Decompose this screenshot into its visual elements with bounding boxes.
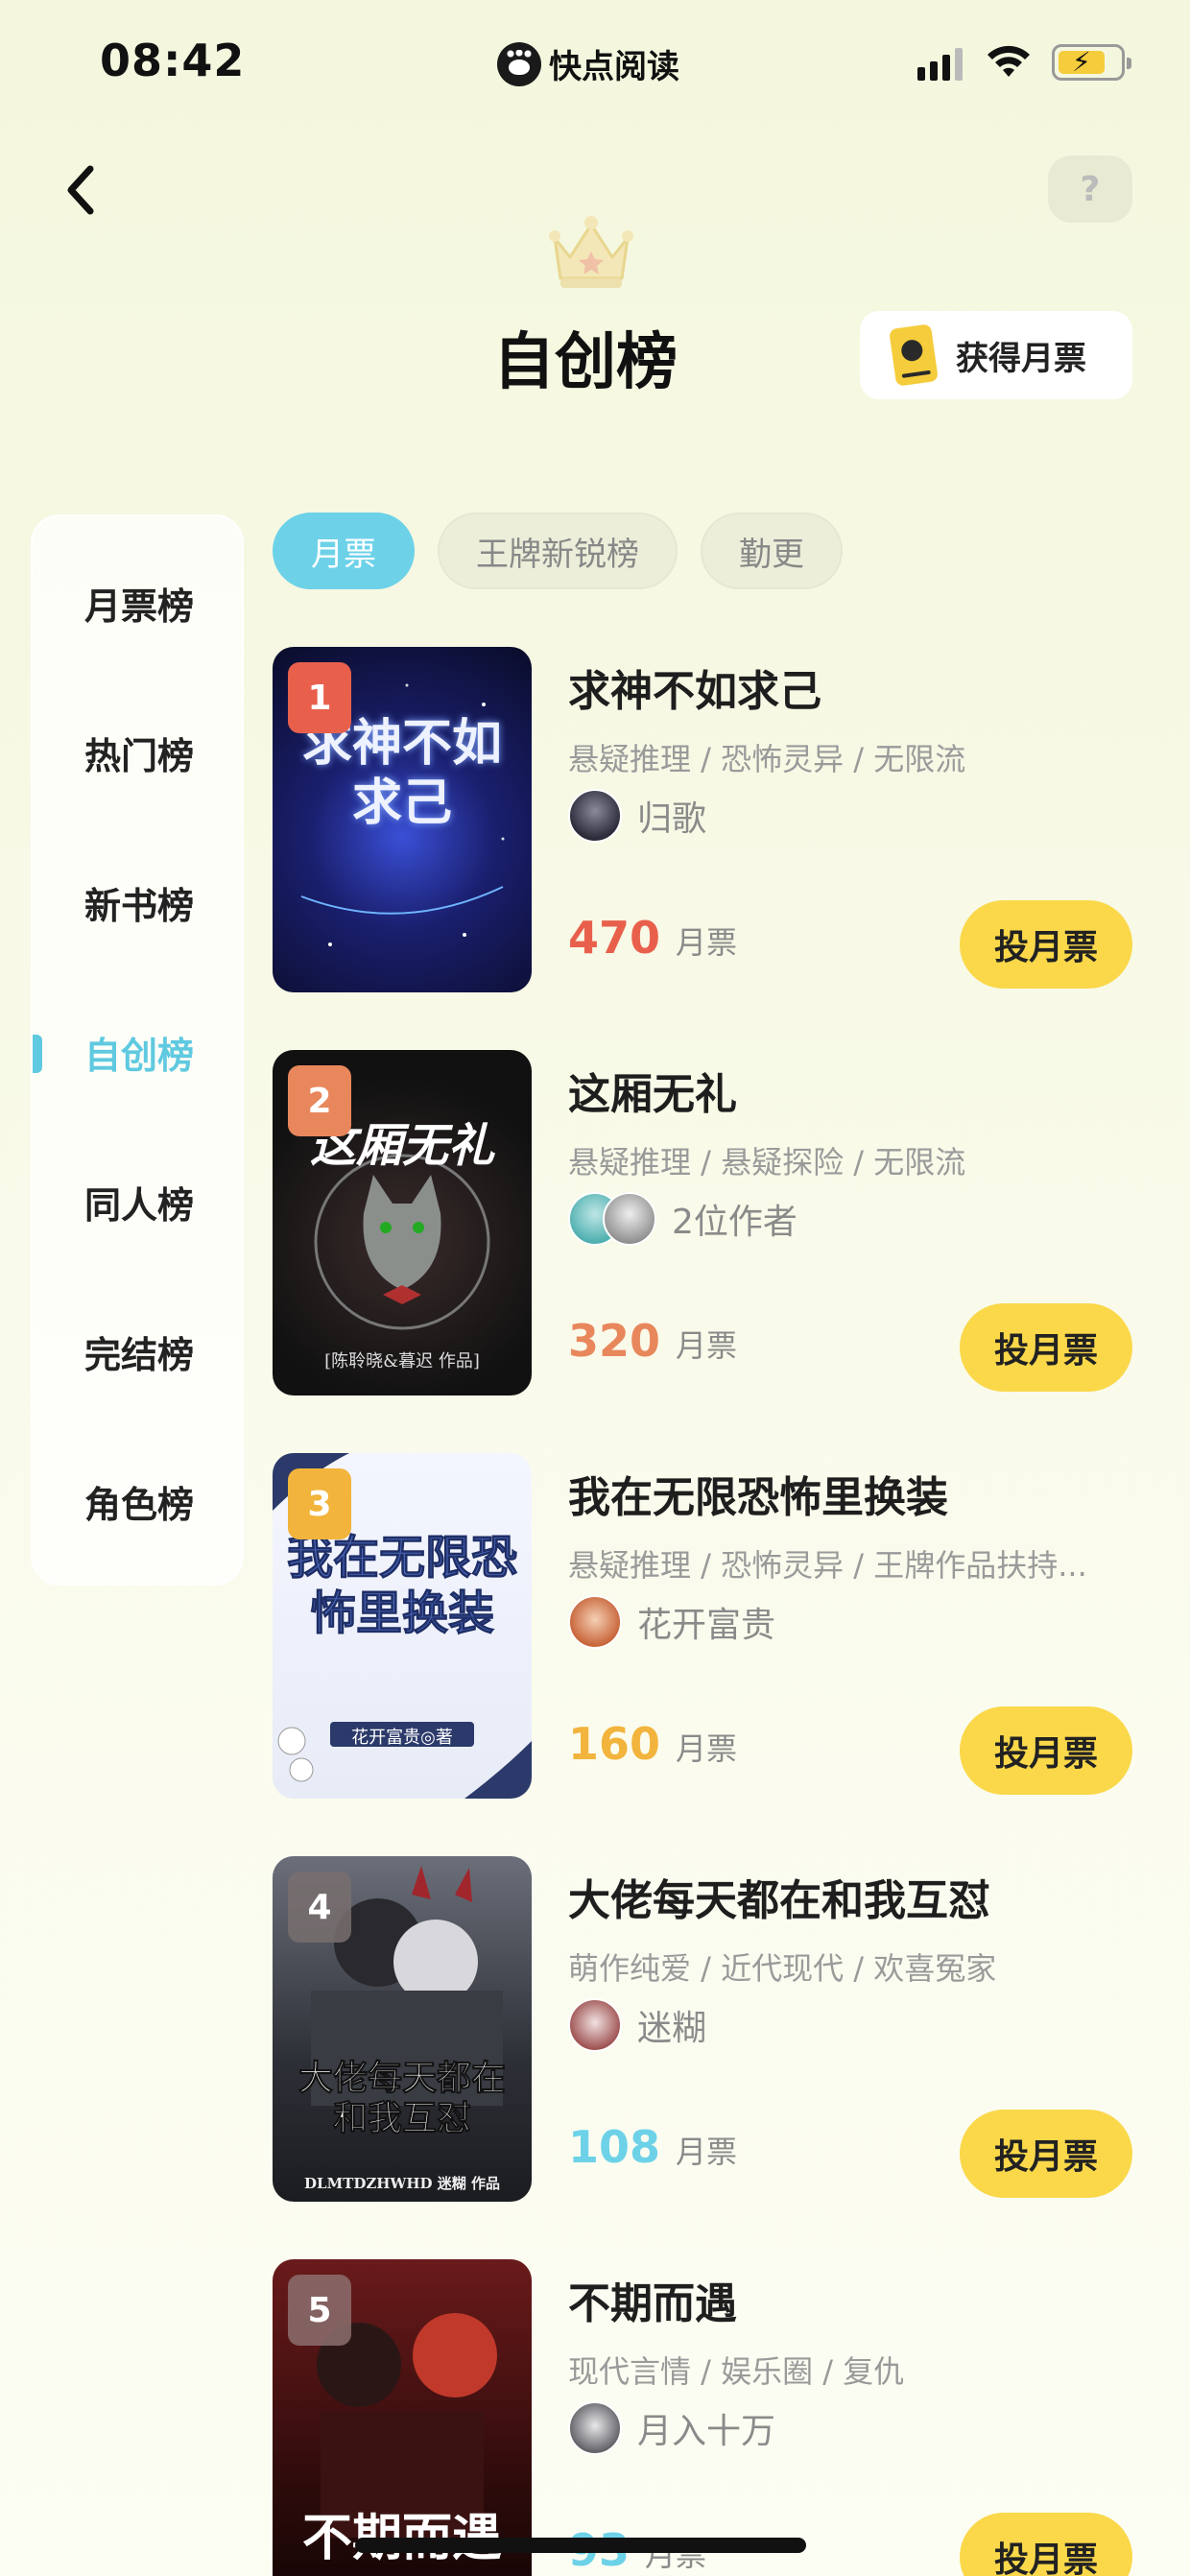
book-tags: 现代言情 / 娱乐圈 / 复仇 [568,2353,905,2390]
battery-icon: ⚡ [1052,44,1131,81]
book-item[interactable]: 我在无限恐怖里换装 花开富贵◎著 3 我在无限恐怖里换装 悬疑推理 / 恐怖灵异… [273,1453,1132,1799]
vote-count: 160 月票 [568,1718,737,1770]
book-title[interactable]: 求神不如求己 [568,656,821,718]
book-author[interactable]: 2位作者 [568,1192,797,1246]
vote-number: 160 [568,1718,661,1770]
vote-unit: 月票 [676,924,738,961]
book-title[interactable]: 我在无限恐怖里换装 [568,1463,948,1524]
book-author[interactable]: 迷糊 [568,1998,706,2052]
rank-badge: 1 [288,662,351,733]
vote-count: 108 月票 [568,2121,737,2173]
vote-unit: 月票 [676,1327,738,1364]
book-cover[interactable]: 求神不如求己 1 [273,647,532,992]
book-author[interactable]: 月入十万 [568,2401,775,2455]
help-button[interactable]: ? [1048,155,1132,223]
book-title[interactable]: 不期而遇 [568,2269,737,2330]
book-tags: 悬疑推理 / 悬疑探险 / 无限流 [568,1144,966,1181]
ticket-icon [889,323,939,387]
cast-vote-button[interactable]: 投月票 [960,900,1132,989]
book-cover[interactable]: 我在无限恐怖里换装 花开富贵◎著 3 [273,1453,532,1799]
carrier-label: 快点阅读 [497,40,679,87]
rank-badge: 5 [288,2275,351,2346]
ranking-sidebar: 月票榜 热门榜 新书榜 自创榜 同人榜 完结榜 角色榜 [31,514,244,1586]
sidebar-item-completed[interactable]: 完结榜 [33,1303,246,1399]
vote-number: 320 [568,1315,661,1367]
sidebar-item-original[interactable]: 自创榜 [33,1004,246,1100]
back-button[interactable] [52,161,109,219]
cast-vote-button[interactable]: 投月票 [960,1303,1132,1392]
vote-count: 320 月票 [568,1315,737,1367]
cast-vote-button[interactable]: 投月票 [960,1706,1132,1795]
cover-subtitle: [陈聆晓&暮迟 作品] [324,1351,480,1371]
rank-badge: 3 [288,1468,351,1539]
cover-title: 不期而遇 [286,2497,518,2569]
sidebar-item-fanfic[interactable]: 同人榜 [33,1154,246,1250]
author-name: 月入十万 [637,2412,776,2451]
get-votes-label: 获得月票 [956,339,1086,378]
book-item[interactable]: 求神不如求己 1 求神不如求己 悬疑推理 / 恐怖灵异 / 无限流 归歌 470… [273,647,1132,992]
book-tags: 悬疑推理 / 恐怖灵异 / 无限流 [568,741,966,777]
book-title[interactable]: 这厢无礼 [568,1060,737,1121]
cast-vote-button[interactable]: 投月票 [960,2110,1132,2198]
author-name: 迷糊 [637,2009,707,2048]
book-cover[interactable]: 这厢无礼 [陈聆晓&暮迟 作品] 2 [273,1050,532,1395]
crown-icon [549,216,633,288]
carrier-text: 快点阅读 [549,48,679,86]
cover-title: 我在无限恐怖里换装 [286,1531,517,1641]
vote-number: 470 [568,912,661,964]
status-time: 08:42 [100,35,246,86]
author-avatar [568,2401,622,2455]
book-title[interactable]: 大佬每天都在和我互怼 [568,1866,990,1927]
wifi-icon [988,45,1030,77]
sidebar-item-new[interactable]: 新书榜 [33,854,246,950]
chip-monthly-votes[interactable]: 月票 [273,513,415,589]
author-name: 花开富贵 [637,1606,776,1645]
cover-title: 大佬每天都在和我互怼 [298,2058,506,2139]
status-bar: 08:42 快点阅读 ⚡ [0,0,1190,134]
book-cover[interactable]: 大佬每天都在和我互怼 DLMTDZHWHD 迷糊 作品 4 [273,1856,532,2202]
sidebar-item-hot[interactable]: 热门榜 [33,704,246,800]
book-tags: 萌作纯爱 / 近代现代 / 欢喜冤家 [568,1950,997,1987]
chip-diligent-update[interactable]: 勤更 [701,513,843,589]
filter-chips: 月票 王牌新锐榜 勤更 [273,513,843,589]
rank-badge: 4 [288,1872,351,1943]
book-item[interactable]: 不期而遇 5 不期而遇 现代言情 / 娱乐圈 / 复仇 月入十万 93 月票 投… [273,2259,1132,2576]
cast-vote-button[interactable]: 投月票 [960,2513,1132,2576]
book-item[interactable]: 大佬每天都在和我互怼 DLMTDZHWHD 迷糊 作品 4 大佬每天都在和我互怼… [273,1856,1132,2202]
cover-subtitle: 花开富贵◎著 [351,1728,453,1748]
book-author[interactable]: 归歌 [568,789,706,843]
rank-badge: 2 [288,1065,351,1136]
author-avatar [568,1998,622,2052]
author-name: 2位作者 [672,1203,797,1242]
author-avatar [568,789,622,843]
book-item[interactable]: 这厢无礼 [陈聆晓&暮迟 作品] 2 这厢无礼 悬疑推理 / 悬疑探险 / 无限… [273,1050,1132,1395]
sidebar-item-character[interactable]: 角色榜 [33,1453,246,1549]
signal-icon [917,48,963,81]
cover-subtitle: DLMTDZHWHD 迷糊 作品 [304,2175,500,2192]
home-indicator[interactable] [355,2538,806,2553]
sidebar-item-monthly[interactable]: 月票榜 [33,555,246,651]
chip-ace-newcomer[interactable]: 王牌新锐榜 [438,513,678,589]
vote-number: 108 [568,2121,661,2173]
chevron-left-icon [67,165,94,215]
author-name: 归歌 [637,799,707,839]
book-tags: 悬疑推理 / 恐怖灵异 / 王牌作品扶持... [568,1547,1087,1584]
vote-unit: 月票 [676,2134,738,2170]
book-cover[interactable]: 不期而遇 5 [273,2259,532,2576]
paw-icon [497,41,541,86]
author-avatars [568,1192,656,1246]
author-avatar [568,1595,622,1649]
author-avatar [603,1192,656,1246]
vote-unit: 月票 [676,1730,738,1767]
book-author[interactable]: 花开富贵 [568,1595,775,1649]
vote-count: 470 月票 [568,912,737,964]
get-votes-button[interactable]: 获得月票 [860,311,1132,399]
